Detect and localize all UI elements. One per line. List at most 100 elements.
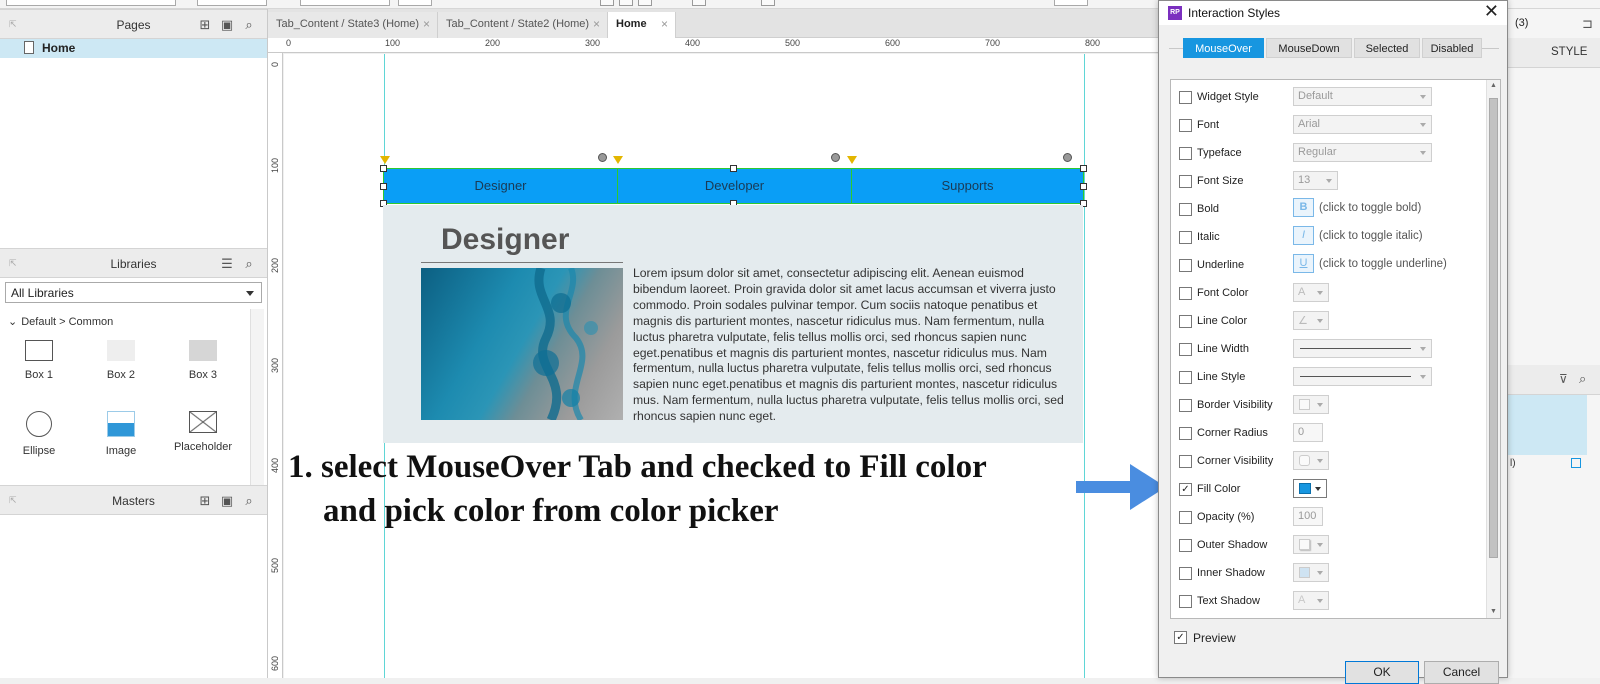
corner-visibility-checkbox[interactable] <box>1179 455 1192 468</box>
interaction-marker-icon[interactable] <box>380 156 390 164</box>
resize-handle[interactable] <box>1080 165 1087 172</box>
inner-shadow-picker[interactable] <box>1293 563 1329 582</box>
rotate-handle[interactable] <box>831 153 840 162</box>
add-folder-icon[interactable]: ▣ <box>219 17 235 33</box>
align-button[interactable] <box>692 0 706 6</box>
widget-style-select[interactable]: Default <box>1293 87 1432 106</box>
fill-color-checkbox[interactable]: ✓ <box>1179 483 1192 496</box>
search-icon[interactable]: ⌕ <box>241 256 257 272</box>
typeface-checkbox[interactable] <box>1179 147 1192 160</box>
line-color-checkbox[interactable] <box>1179 315 1192 328</box>
line-style-select[interactable] <box>1293 367 1432 386</box>
line-width-checkbox[interactable] <box>1179 343 1192 356</box>
underline-toggle-button[interactable]: U <box>1293 254 1314 273</box>
search-icon[interactable]: ⌕ <box>241 493 257 509</box>
align-button[interactable] <box>600 0 614 6</box>
filter-icon[interactable]: ⊽ <box>1559 372 1568 386</box>
font-select[interactable]: Arial <box>1293 115 1432 134</box>
resize-handle[interactable] <box>1080 183 1087 190</box>
outline-selected-row[interactable] <box>1507 395 1587 455</box>
toolbar-field[interactable] <box>6 0 176 6</box>
corner-visibility-picker[interactable] <box>1293 451 1329 470</box>
close-icon[interactable]: × <box>593 17 600 31</box>
tab-strip-widget[interactable]: Designer Developer Supports <box>383 168 1084 204</box>
resize-handle[interactable] <box>380 165 387 172</box>
library-group[interactable]: ⌄ Default > Common <box>8 315 113 328</box>
scrollbar-thumb[interactable] <box>1489 98 1498 558</box>
rotate-handle[interactable] <box>1063 153 1072 162</box>
tab-mousedown[interactable]: MouseDown <box>1266 38 1352 58</box>
line-style-checkbox[interactable] <box>1179 371 1192 384</box>
tab-supports[interactable]: Supports <box>852 169 1083 203</box>
library-select[interactable]: All Libraries <box>5 282 262 303</box>
opacity-checkbox[interactable] <box>1179 511 1192 524</box>
library-item-ellipse[interactable]: Ellipse <box>4 411 74 457</box>
toolbar-button[interactable] <box>761 0 775 6</box>
rotate-handle[interactable] <box>598 153 607 162</box>
library-item-image[interactable]: Image <box>86 411 156 457</box>
border-visibility-picker[interactable] <box>1293 395 1329 414</box>
library-item-placeholder[interactable]: Placeholder <box>168 411 238 453</box>
tab-selected[interactable]: Selected <box>1354 38 1420 58</box>
preview-checkbox[interactable]: ✓ <box>1174 631 1187 644</box>
bold-toggle-button[interactable]: B <box>1293 198 1314 217</box>
library-item-box2[interactable]: Box 2 <box>86 340 156 381</box>
font-color-checkbox[interactable] <box>1179 287 1192 300</box>
library-item-box3[interactable]: Box 3 <box>168 340 238 381</box>
fill-color-picker[interactable] <box>1293 479 1327 498</box>
page-item-home[interactable]: Home <box>0 39 267 58</box>
widget-style-checkbox[interactable] <box>1179 91 1192 104</box>
tab-developer[interactable]: Developer <box>618 169 851 203</box>
cancel-button[interactable]: Cancel <box>1424 661 1499 684</box>
style-tab[interactable]: STYLE <box>1507 38 1600 68</box>
menu-icon[interactable]: ☰ <box>219 256 235 272</box>
library-scrollbar[interactable] <box>250 309 264 489</box>
interaction-marker-icon[interactable] <box>847 156 857 164</box>
close-icon[interactable]: ✕ <box>1484 1 1499 22</box>
tab-disabled[interactable]: Disabled <box>1422 38 1482 58</box>
border-visibility-checkbox[interactable] <box>1179 399 1192 412</box>
line-color-picker[interactable]: ∠ <box>1293 311 1329 330</box>
tab-content-panel[interactable]: Designer Lorem ipsum dolor sit amet, con… <box>383 205 1083 443</box>
typeface-select[interactable]: Regular <box>1293 143 1432 162</box>
resize-handle[interactable] <box>380 183 387 190</box>
search-icon[interactable]: ⌕ <box>241 17 257 33</box>
toolbar-field[interactable] <box>1054 0 1088 6</box>
tab-designer[interactable]: Designer <box>384 169 617 203</box>
property-list-scrollbar[interactable]: ▲ ▼ <box>1486 80 1500 618</box>
tab-mouseover[interactable]: MouseOver <box>1183 38 1264 58</box>
font-color-picker[interactable]: A <box>1293 283 1329 302</box>
interaction-marker-icon[interactable] <box>613 156 623 164</box>
close-icon[interactable]: × <box>423 17 430 31</box>
corner-radius-checkbox[interactable] <box>1179 427 1192 440</box>
underline-checkbox[interactable] <box>1179 259 1192 272</box>
opacity-input[interactable]: 100 <box>1293 507 1323 526</box>
toolbar-field[interactable] <box>197 0 267 6</box>
font-size-select[interactable]: 13 <box>1293 171 1338 190</box>
library-item-box1[interactable]: Box 1 <box>4 340 74 381</box>
visibility-checkbox[interactable] <box>1571 458 1581 468</box>
italic-toggle-button[interactable]: I <box>1293 226 1314 245</box>
outer-shadow-picker[interactable] <box>1293 535 1329 554</box>
tab-state2[interactable]: Tab_Content / State2 (Home) × <box>438 12 608 38</box>
text-shadow-checkbox[interactable] <box>1179 595 1192 608</box>
font-size-checkbox[interactable] <box>1179 175 1192 188</box>
line-width-select[interactable] <box>1293 339 1432 358</box>
ok-button[interactable]: OK <box>1345 661 1419 684</box>
add-folder-icon[interactable]: ▣ <box>219 493 235 509</box>
dialog-titlebar[interactable]: RP Interaction Styles ✕ <box>1159 1 1507 25</box>
resize-handle[interactable] <box>730 165 737 172</box>
align-button[interactable] <box>638 0 652 6</box>
toolbar-field[interactable] <box>398 0 432 6</box>
scroll-down-icon[interactable]: ▼ <box>1490 608 1497 615</box>
guide-line[interactable] <box>1084 54 1085 678</box>
corner-radius-input[interactable]: 0 <box>1293 423 1323 442</box>
text-shadow-picker[interactable]: A <box>1293 591 1329 610</box>
inner-shadow-checkbox[interactable] <box>1179 567 1192 580</box>
tab-state3[interactable]: Tab_Content / State3 (Home) × <box>268 12 438 38</box>
tab-home[interactable]: Home × <box>608 12 676 38</box>
bold-checkbox[interactable] <box>1179 203 1192 216</box>
scroll-up-icon[interactable]: ▲ <box>1490 82 1497 89</box>
font-checkbox[interactable] <box>1179 119 1192 132</box>
search-icon[interactable]: ⌕ <box>1579 371 1586 387</box>
